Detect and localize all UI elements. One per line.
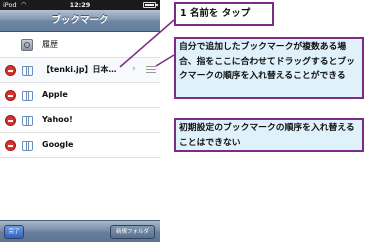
navigation-bar: ブックマーク — [0, 10, 160, 32]
battery-icon — [143, 2, 158, 8]
default-bookmarks-note: 初期設定のブックマークの順序を入れ替えることはできない — [174, 118, 364, 152]
history-folder-icon — [21, 39, 33, 51]
bookmark-icon — [22, 116, 33, 126]
delete-icon[interactable] — [5, 115, 16, 126]
bookmark-icon — [22, 66, 33, 76]
chevron-right-icon[interactable]: › — [132, 64, 136, 74]
delete-icon[interactable] — [5, 140, 16, 151]
list-item-bookmark[interactable]: Apple — [0, 83, 160, 108]
list-item-label[interactable]: Yahoo! — [42, 108, 73, 132]
list-item-label: 履歴 — [42, 40, 58, 49]
bookmark-icon — [22, 141, 33, 151]
step-callout: 1 名前を タップ — [174, 2, 274, 26]
list-item-bookmark[interactable]: Yahoo! — [0, 108, 160, 133]
list-item-label[interactable]: Apple — [42, 83, 68, 107]
reorder-handle-icon[interactable] — [146, 66, 156, 74]
list-item-bookmark[interactable]: Google — [0, 133, 160, 158]
list-item-history[interactable]: 履歴 — [0, 33, 160, 58]
phone-screen: iPod ◠ 12:29 ブックマーク 履歴 【tenki.jp】日本… › A… — [0, 0, 160, 242]
delete-icon[interactable] — [5, 90, 16, 101]
status-bar: iPod ◠ 12:29 — [0, 0, 160, 10]
list-item-label[interactable]: 【tenki.jp】日本… — [42, 58, 117, 82]
list-item-bookmark[interactable]: 【tenki.jp】日本… › — [0, 58, 160, 83]
new-folder-button[interactable]: 新規フォルダ — [110, 225, 155, 239]
page-title: ブックマーク — [51, 15, 109, 26]
drag-reorder-note: 自分で追加したブックマークが複数ある場合、指をここに合わせてドラッグするとブック… — [174, 37, 364, 99]
bookmark-icon — [22, 91, 33, 101]
bottom-toolbar: 完了 新規フォルダ — [0, 220, 160, 242]
delete-icon[interactable] — [5, 65, 16, 76]
list-item-label[interactable]: Google — [42, 133, 73, 157]
done-button[interactable]: 完了 — [4, 225, 24, 239]
clock: 12:29 — [69, 1, 91, 9]
